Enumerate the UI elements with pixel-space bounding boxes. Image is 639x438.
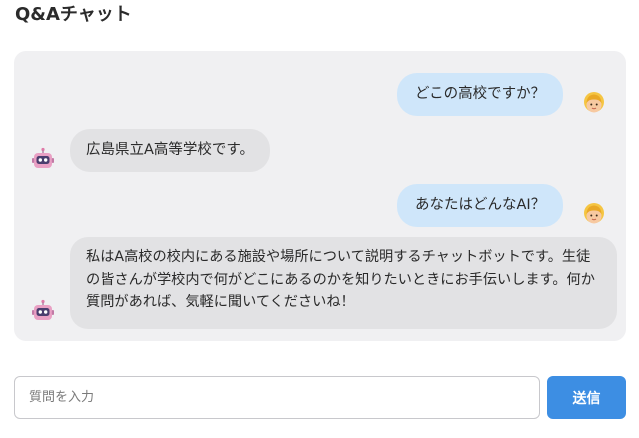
bot-message-bubble: 広島県立A高等学校です。 xyxy=(70,129,270,172)
girl-face-icon xyxy=(584,92,604,113)
chat-panel[interactable]: どこの高校ですか？ 広島県立A高等学校です。 あなたはどんなAI？ 私はA高校の… xyxy=(14,51,626,341)
message-text: あなたはどんなAI？ xyxy=(415,197,546,213)
message-text: 私はA高校の校内にある施設や場所について説明するチャットボットです。生徒の皆さん… xyxy=(86,249,595,310)
message-text: どこの高校ですか？ xyxy=(415,86,546,102)
page-title: Q&Aチャット xyxy=(15,4,132,25)
girl-face-icon xyxy=(584,203,604,224)
robot-face-icon xyxy=(32,147,54,168)
send-button[interactable]: 送信 xyxy=(547,376,626,419)
bot-message-bubble: 私はA高校の校内にある施設や場所について説明するチャットボットです。生徒の皆さん… xyxy=(70,237,617,329)
message-text: 広島県立A高等学校です。 xyxy=(86,142,254,158)
user-message-bubble: どこの高校ですか？ xyxy=(397,73,564,116)
robot-face-icon xyxy=(32,299,54,320)
question-input[interactable] xyxy=(14,376,540,419)
user-message-bubble: あなたはどんなAI？ xyxy=(397,184,564,227)
